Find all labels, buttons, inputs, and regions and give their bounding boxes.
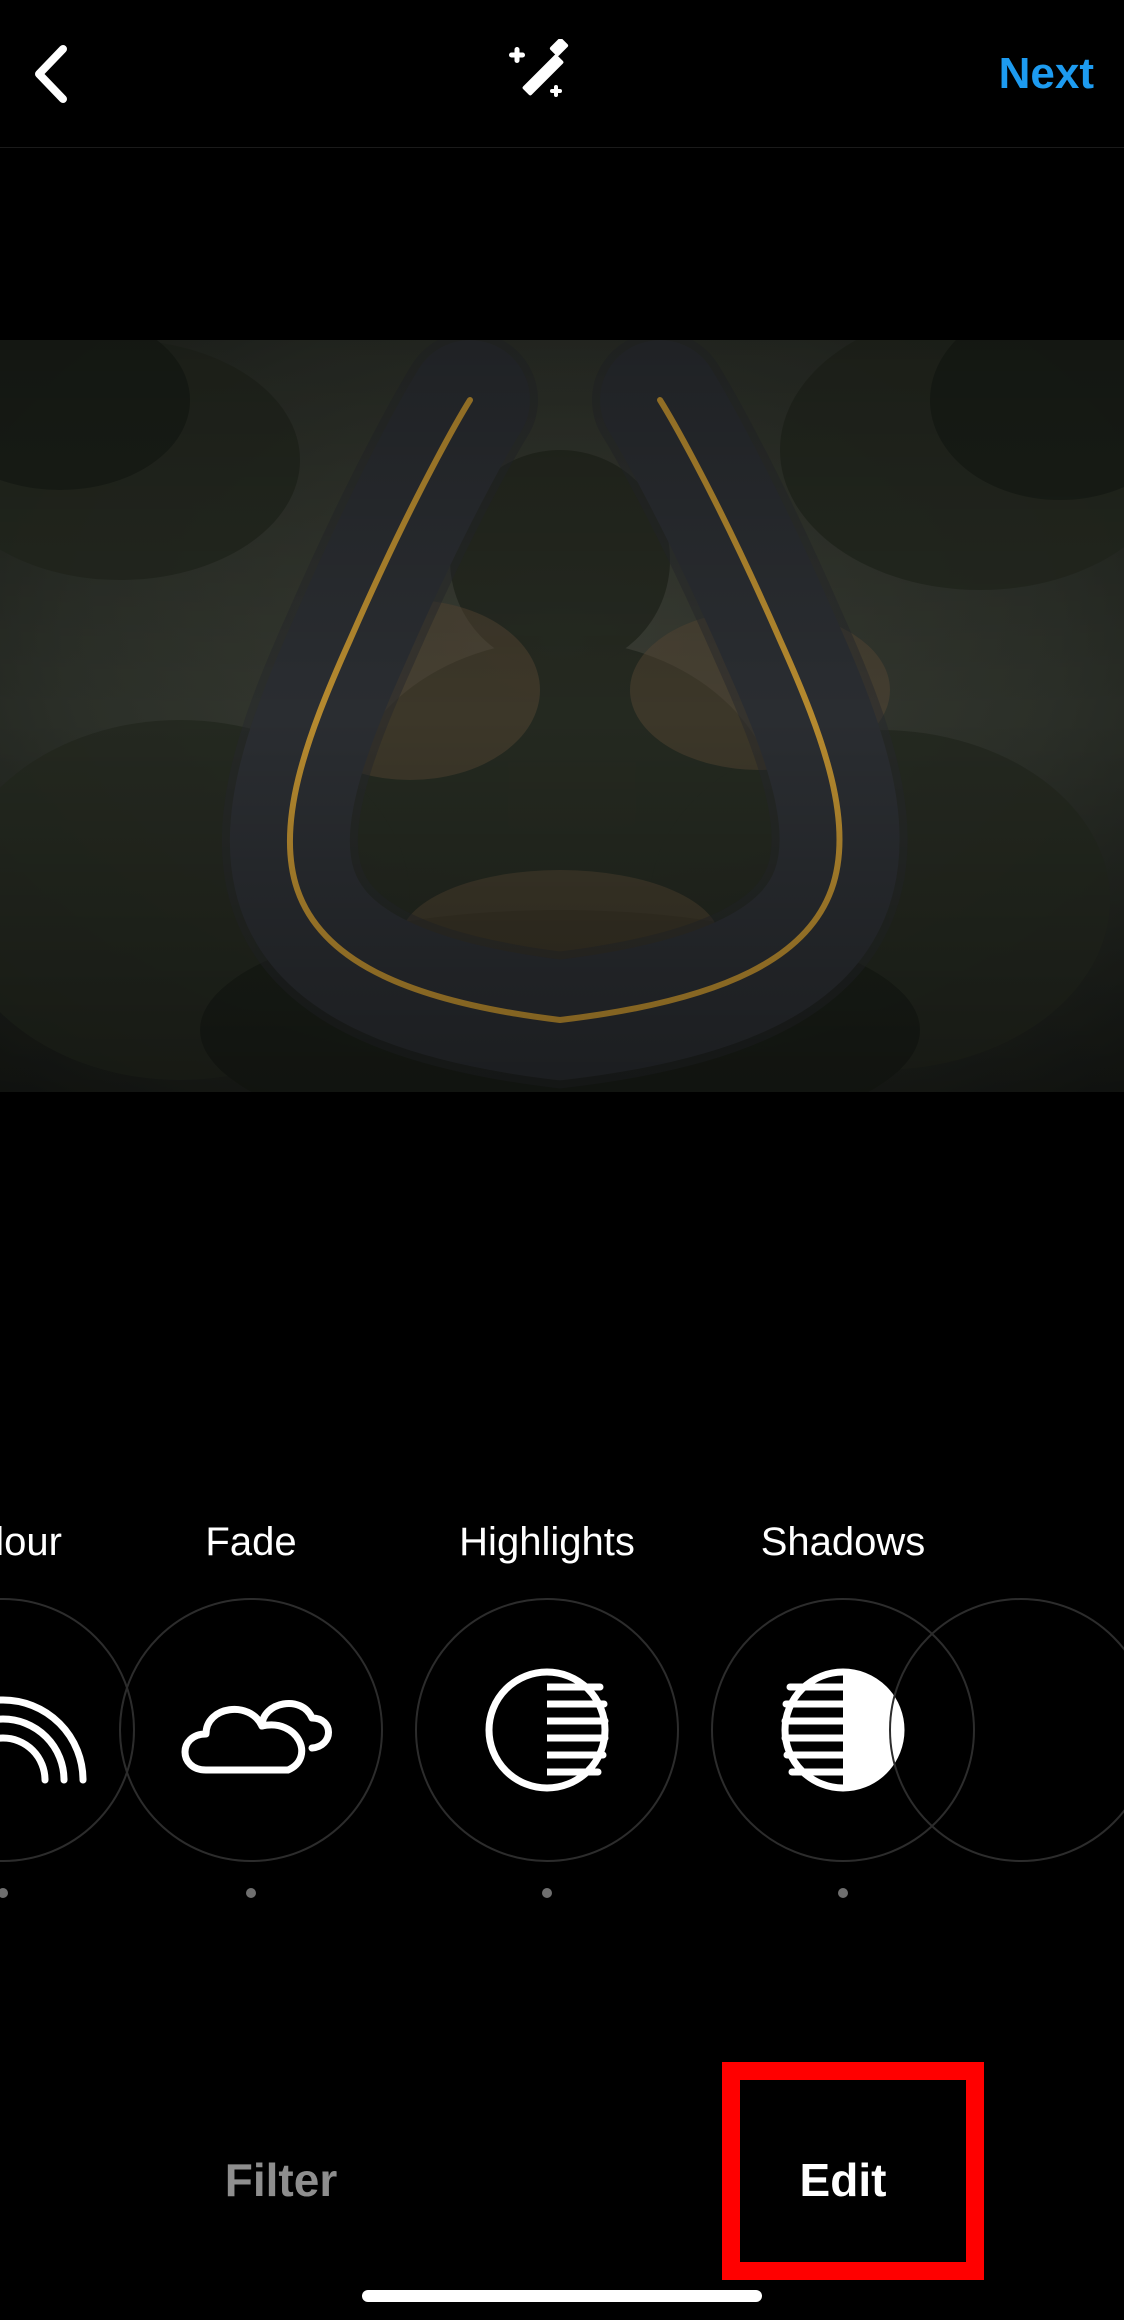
home-indicator[interactable] xyxy=(362,2290,762,2302)
tool-indicator-dot xyxy=(838,1888,848,1898)
edit-tools-row[interactable]: Colour Fade Highlights xyxy=(0,1520,1124,1950)
tool-fade[interactable]: Fade xyxy=(103,1520,399,1950)
tool-label: Highlights xyxy=(459,1520,635,1568)
tool-indicator-dot xyxy=(542,1888,552,1898)
tool-indicator-dot xyxy=(246,1888,256,1898)
magic-wand-icon xyxy=(499,39,569,109)
tool-label: Colour xyxy=(0,1520,62,1568)
image-preview[interactable] xyxy=(0,340,1124,1092)
tool-circle xyxy=(415,1598,679,1862)
back-button[interactable] xyxy=(30,54,70,94)
tool-colour[interactable]: Colour xyxy=(0,1520,103,1950)
rainbow-icon xyxy=(0,1675,88,1785)
magic-wand-button[interactable] xyxy=(499,39,569,109)
tab-filter[interactable]: Filter xyxy=(0,2130,562,2230)
tool-next-partial[interactable] xyxy=(991,1520,1051,1950)
tool-circle xyxy=(119,1598,383,1862)
tool-label: Shadows xyxy=(761,1520,926,1568)
tool-label: Fade xyxy=(205,1520,296,1568)
highlights-icon xyxy=(482,1665,612,1795)
topbar: Next xyxy=(0,0,1124,148)
preview-image xyxy=(0,340,1124,1092)
next-button[interactable]: Next xyxy=(999,49,1094,99)
chevron-left-icon xyxy=(33,45,67,103)
tool-highlights[interactable]: Highlights xyxy=(399,1520,695,1950)
clouds-icon xyxy=(166,1670,336,1790)
annotation-highlight xyxy=(722,2062,984,2280)
tool-indicator-dot xyxy=(0,1888,8,1898)
